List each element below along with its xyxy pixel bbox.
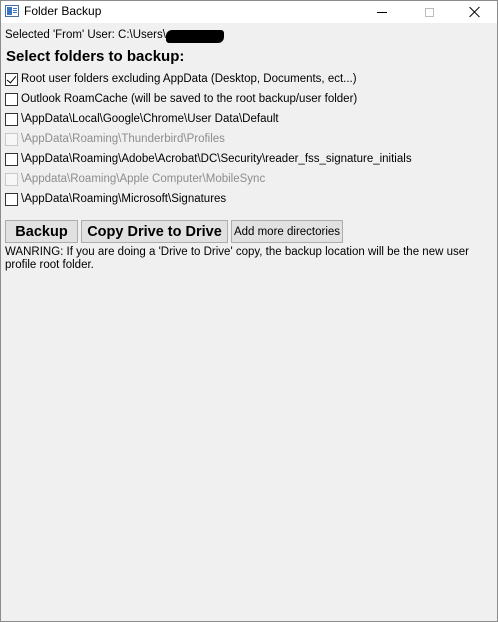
- close-button[interactable]: [452, 1, 498, 23]
- checkbox-label: Root user folders excluding AppData (Des…: [21, 73, 357, 85]
- window-title: Folder Backup: [24, 4, 102, 18]
- app-window-icon: [5, 5, 19, 17]
- folder-option-thunderbird: \AppData\Roaming\Thunderbird\Profiles: [5, 131, 225, 147]
- folder-option-adobe[interactable]: \AppData\Roaming\Adobe\Acrobat\DC\Securi…: [5, 151, 412, 167]
- checkbox-label: \AppData\Roaming\Thunderbird\Profiles: [21, 133, 225, 145]
- backup-button[interactable]: Backup: [5, 220, 78, 243]
- checkbox[interactable]: [5, 72, 18, 86]
- redacted-username: [166, 30, 224, 43]
- close-icon: [469, 6, 481, 18]
- folder-backup-window: Folder Backup Selected 'From' User: C:\U…: [0, 0, 498, 622]
- folder-option-root[interactable]: Root user folders excluding AppData (Des…: [5, 71, 357, 87]
- checkbox: [5, 172, 18, 186]
- copy-drive-to-drive-button[interactable]: Copy Drive to Drive: [81, 220, 228, 243]
- checkbox[interactable]: [5, 92, 18, 106]
- checkbox-label: \Appdata\Roaming\Apple Computer\MobileSy…: [21, 173, 266, 185]
- minimize-icon: [377, 11, 387, 13]
- checkbox-label: \AppData\Local\Google\Chrome\User Data\D…: [21, 113, 279, 125]
- checkbox-label: Outlook RoamCache (will be saved to the …: [21, 93, 358, 105]
- checkbox[interactable]: [5, 192, 18, 206]
- checkbox: [5, 132, 18, 146]
- selected-user-label: Selected 'From' User: C:\Users\: [5, 29, 166, 41]
- folder-option-mobilesync: \Appdata\Roaming\Apple Computer\MobileSy…: [5, 171, 265, 187]
- checkbox[interactable]: [5, 152, 18, 166]
- folder-option-chrome[interactable]: \AppData\Local\Google\Chrome\User Data\D…: [5, 111, 279, 127]
- checkbox[interactable]: [5, 112, 18, 126]
- folder-option-signatures[interactable]: \AppData\Roaming\Microsoft\Signatures: [5, 191, 226, 207]
- title-bar[interactable]: Folder Backup: [1, 1, 497, 23]
- section-heading: Select folders to backup:: [6, 48, 185, 65]
- checkbox-label: \AppData\Roaming\Microsoft\Signatures: [21, 193, 227, 205]
- add-more-directories-button[interactable]: Add more directories: [231, 220, 343, 243]
- checkbox-label: \AppData\Roaming\Adobe\Acrobat\DC\Securi…: [21, 153, 412, 165]
- maximize-icon: [424, 7, 434, 17]
- minimize-button[interactable]: [359, 1, 405, 23]
- warning-text: WANRING: If you are doing a 'Drive to Dr…: [5, 246, 469, 271]
- maximize-button[interactable]: [406, 1, 452, 23]
- folder-option-outlook[interactable]: Outlook RoamCache (will be saved to the …: [5, 91, 357, 107]
